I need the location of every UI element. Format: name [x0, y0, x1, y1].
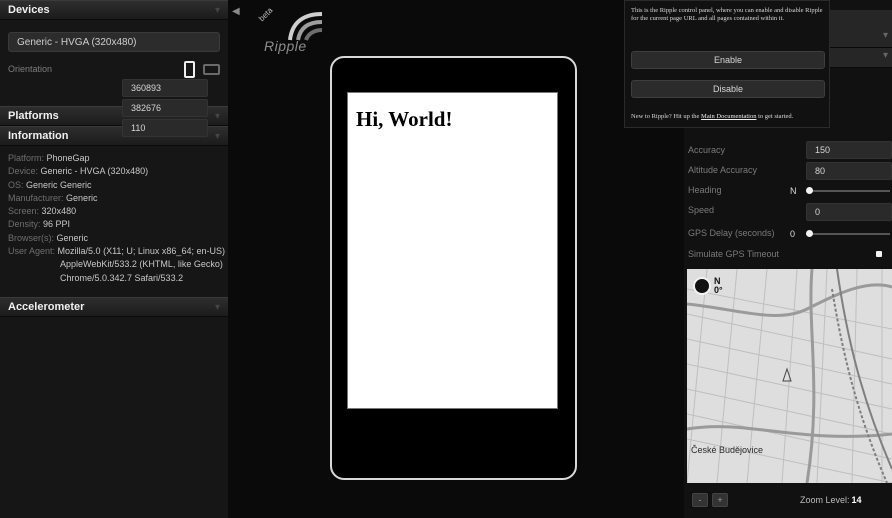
- collapse-icon: ▾: [214, 130, 220, 142]
- devices-section-header[interactable]: Devices ▾: [0, 0, 228, 20]
- map-view[interactable]: N 0° České Budějovice: [687, 269, 892, 483]
- altitude-accuracy-label: Altitude Accuracy: [688, 165, 758, 175]
- right-header-bar[interactable]: ▾: [828, 28, 892, 48]
- devices-title: Devices: [8, 4, 50, 16]
- zoom-level-label: Zoom Level:: [800, 495, 850, 505]
- gps-delay-slider[interactable]: [806, 233, 890, 235]
- main-documentation-link[interactable]: Main Documentation: [701, 113, 756, 120]
- accelerometer-section-header[interactable]: Accelerometer ▾: [0, 297, 228, 317]
- altitude-accuracy-input[interactable]: 80: [806, 162, 892, 180]
- accelerometer-title: Accelerometer: [8, 301, 85, 313]
- accuracy-label: Accuracy: [688, 145, 726, 155]
- information-title: Information: [8, 130, 69, 142]
- speed-input[interactable]: 0: [806, 203, 892, 221]
- page-heading: Hi, World!: [356, 107, 453, 131]
- gps-delay-value: 0: [790, 229, 796, 239]
- heading-value: N: [790, 186, 797, 196]
- info-user-agent: User Agent: Mozilla/5.0 (X11; U; Linux x…: [8, 246, 225, 257]
- info-manufacturer: Manufacturer: Generic: [8, 192, 98, 203]
- ripple-wordmark: Ripple: [264, 38, 307, 54]
- zoom-level: Zoom Level: 14: [800, 495, 862, 505]
- collapse-icon: ▾: [214, 301, 220, 313]
- beta-label: beta: [257, 5, 275, 24]
- latitude-input[interactable]: 360893: [122, 79, 208, 97]
- simulate-gps-timeout-checkbox[interactable]: [876, 251, 882, 257]
- speed-label: Speed: [688, 205, 715, 215]
- info-platform: Platform: PhoneGap: [8, 153, 90, 163]
- collapse-icon: ▾: [214, 110, 220, 122]
- gps-delay-label: GPS Delay (seconds): [688, 228, 775, 238]
- zoom-in-button[interactable]: +: [712, 493, 728, 507]
- info-os: OS: Generic Generic: [8, 179, 92, 190]
- altitude-input[interactable]: 110: [122, 119, 208, 137]
- zoom-out-button[interactable]: -: [692, 493, 708, 507]
- left-panel: Devices ▾ Generic - HVGA (320x480) Orien…: [0, 0, 228, 518]
- popup-footer: New to Ripple? Hit up the Main Documenta…: [631, 113, 794, 120]
- map-city-label: České Budějovice: [691, 445, 764, 455]
- information-body: Platform: PhoneGap Device: Generic - HVG…: [0, 146, 228, 291]
- ripple-logo: beta Ripple: [257, 5, 326, 54]
- collapse-left-panel-icon[interactable]: ◀: [232, 6, 240, 17]
- gps-delay-slider-knob[interactable]: [806, 230, 813, 237]
- compass-icon: [693, 277, 711, 295]
- collapse-icon: ▾: [214, 4, 220, 16]
- device-screen[interactable]: Hi, World!: [347, 92, 558, 409]
- info-device: Device: Generic - HVGA (320x480): [8, 166, 149, 177]
- simulate-gps-timeout-label: Simulate GPS Timeout: [688, 249, 780, 259]
- heading-label: Heading: [688, 185, 722, 195]
- orientation-label: Orientation: [8, 64, 53, 74]
- disable-button[interactable]: Disable: [631, 80, 825, 98]
- device-select[interactable]: Generic - HVGA (320x480): [8, 32, 220, 52]
- info-density: Density: 96 PPI: [8, 219, 71, 230]
- accuracy-input[interactable]: 150: [806, 141, 892, 159]
- longitude-input[interactable]: 382676: [122, 99, 208, 117]
- info-user-agent-line2: AppleWebKit/533.2 (KHTML, like Gecko): [60, 259, 223, 270]
- compass-degrees: 0°: [714, 285, 723, 295]
- popup-message: This is the Ripple control panel, where …: [631, 7, 823, 22]
- zoom-level-value: 14: [851, 495, 862, 505]
- platforms-title: Platforms: [8, 110, 59, 122]
- enable-button[interactable]: Enable: [631, 51, 825, 69]
- portrait-orientation-icon[interactable]: [184, 60, 195, 78]
- ripple-control-popup: This is the Ripple control panel, where …: [624, 0, 830, 128]
- info-browsers: Browser(s): Generic: [8, 232, 89, 243]
- heading-slider[interactable]: [806, 190, 890, 192]
- right-header-bar[interactable]: ▾: [828, 48, 892, 68]
- right-header-bar[interactable]: [828, 10, 892, 30]
- info-screen: Screen: 320x480: [8, 206, 77, 217]
- landscape-orientation-icon[interactable]: [203, 63, 220, 75]
- heading-slider-knob[interactable]: [806, 187, 813, 194]
- info-user-agent-line3: Chrome/5.0.342.7 Safari/533.2: [60, 272, 184, 283]
